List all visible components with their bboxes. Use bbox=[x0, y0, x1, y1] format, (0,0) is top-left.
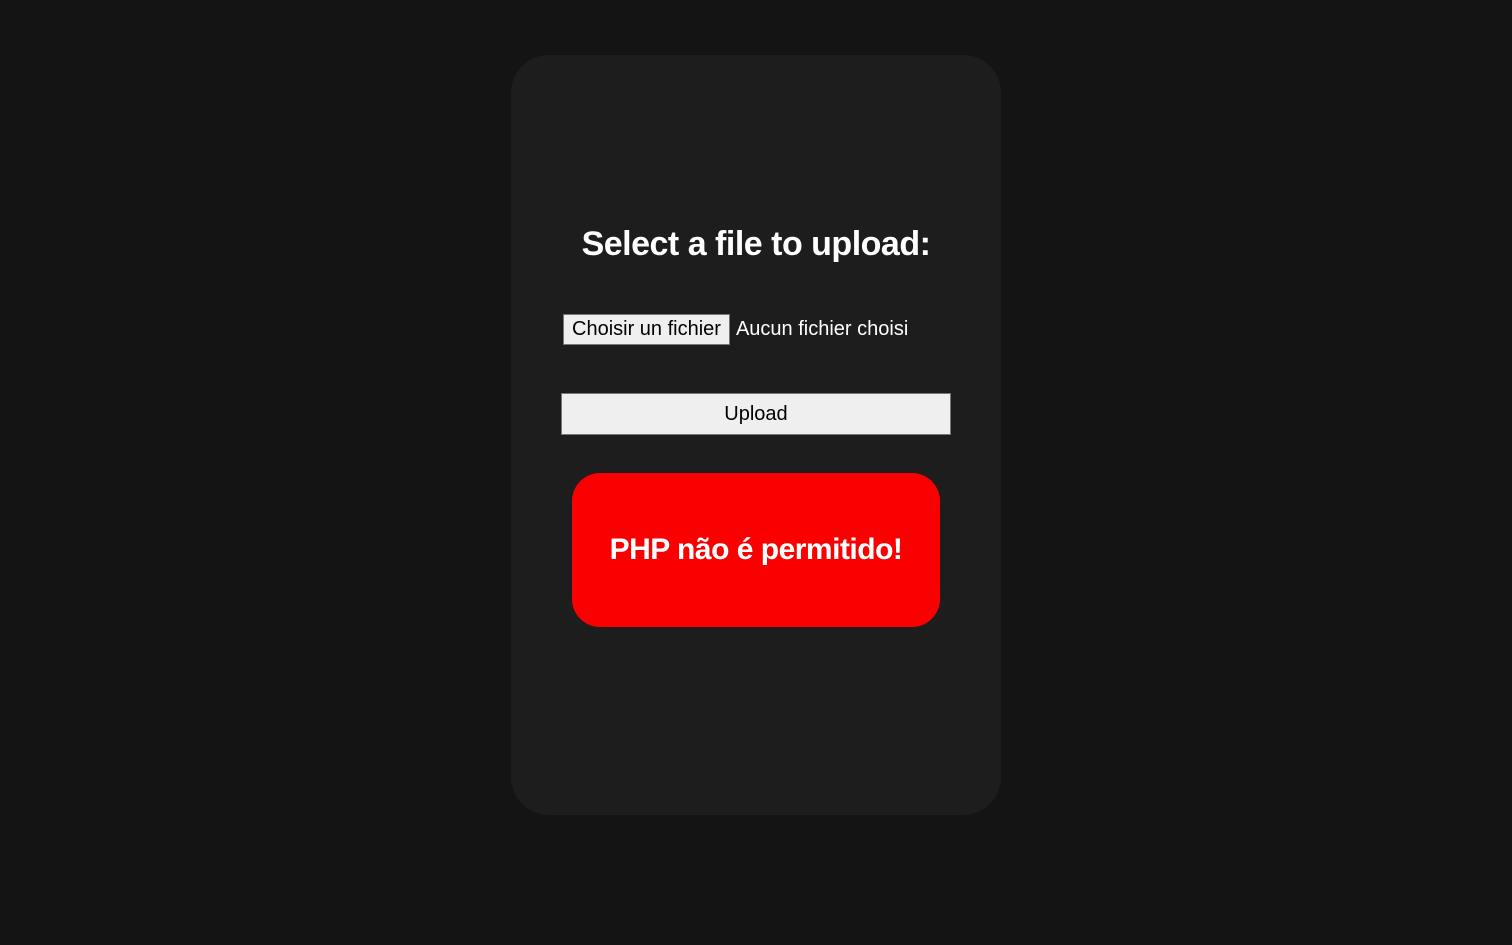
upload-title: Select a file to upload: bbox=[582, 225, 931, 264]
file-status-text: Aucun fichier choisi bbox=[736, 318, 908, 341]
error-box: PHP não é permitido! bbox=[572, 473, 940, 627]
choose-file-button[interactable]: Choisir un fichier bbox=[563, 314, 730, 345]
file-input-row: Choisir un fichier Aucun fichier choisi bbox=[563, 314, 908, 345]
upload-card: Select a file to upload: Choisir un fich… bbox=[511, 55, 1001, 815]
error-message: PHP não é permitido! bbox=[610, 533, 903, 567]
upload-button[interactable]: Upload bbox=[561, 393, 951, 435]
